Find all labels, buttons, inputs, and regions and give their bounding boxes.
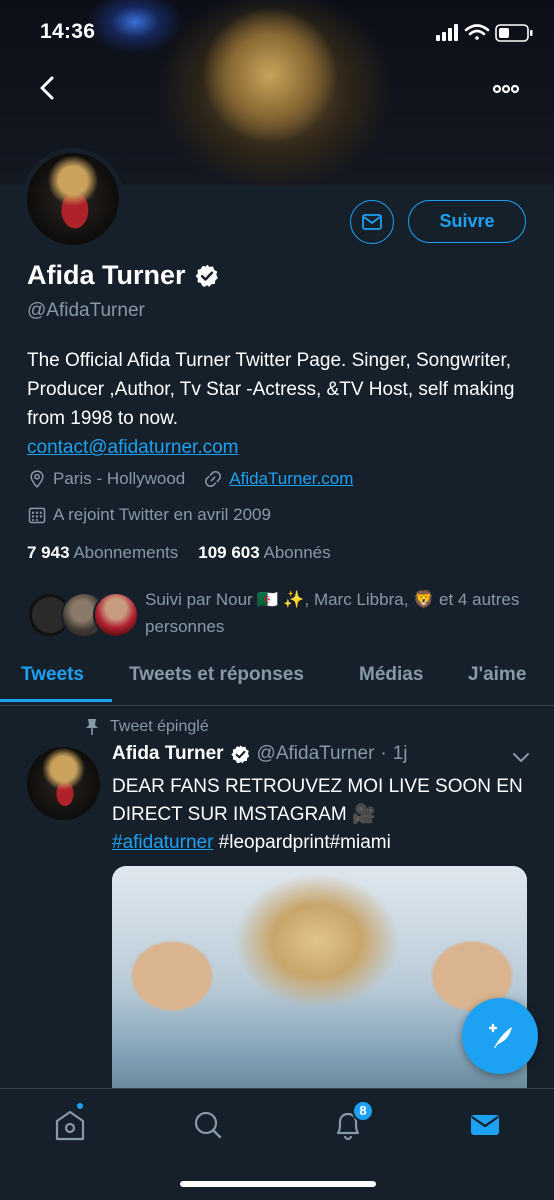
home-unread-dot bbox=[75, 1101, 85, 1111]
tweet-media-image[interactable] bbox=[112, 866, 527, 1106]
followers-count: 109 603 bbox=[198, 543, 260, 562]
compose-tweet-button[interactable] bbox=[462, 998, 538, 1074]
home-indicator bbox=[180, 1181, 376, 1187]
tweet-text: DEAR FANS RETROUVEZ MOI LIVE SOON EN DIR… bbox=[112, 773, 532, 857]
tab-tweets-replies[interactable]: Tweets et réponses bbox=[129, 664, 304, 686]
wifi-icon bbox=[464, 24, 490, 40]
profile-name-row: Afida Turner bbox=[27, 260, 220, 291]
more-dots-icon bbox=[492, 84, 520, 94]
tweet-author-handle: @AfidaTurner bbox=[256, 743, 375, 764]
compose-feather-icon bbox=[488, 1023, 512, 1048]
following-stat[interactable]: 7 943 Abonnements bbox=[27, 543, 178, 563]
battery-icon bbox=[495, 24, 533, 42]
signal-icon bbox=[436, 24, 458, 41]
status-icons bbox=[436, 24, 533, 42]
followed-by-text[interactable]: Suivi par Nour 🇩🇿 ✨, Marc Libbra, 🦁 et 4… bbox=[145, 586, 535, 640]
pinned-label-row: Tweet épinglé bbox=[84, 718, 209, 736]
profile-stats: 7 943 Abonnements 109 603 Abonnés bbox=[27, 543, 331, 563]
link-icon bbox=[205, 471, 222, 487]
active-tab-indicator bbox=[0, 699, 112, 702]
verified-badge-icon bbox=[230, 744, 249, 763]
followers-stat[interactable]: 109 603 Abonnés bbox=[198, 543, 330, 563]
more-options-button[interactable] bbox=[486, 74, 526, 104]
tweet-author-name: Afida Turner bbox=[112, 743, 224, 764]
following-count: 7 943 bbox=[27, 543, 70, 562]
tweet-time: 1j bbox=[392, 743, 408, 764]
profile-meta-row: Paris - Hollywood AfidaTurner.com bbox=[27, 469, 353, 489]
profile-avatar[interactable] bbox=[22, 148, 124, 250]
tweet-body: DEAR FANS RETROUVEZ MOI LIVE SOON EN DIR… bbox=[112, 776, 523, 825]
pin-icon bbox=[86, 719, 98, 735]
notification-badge: 8 bbox=[352, 1100, 374, 1122]
mail-icon[interactable] bbox=[465, 1107, 505, 1143]
chevron-left-icon bbox=[40, 76, 54, 100]
follower-avatar bbox=[93, 592, 139, 638]
message-button[interactable] bbox=[350, 200, 394, 244]
status-time: 14:36 bbox=[40, 20, 96, 43]
tab-tweets[interactable]: Tweets bbox=[21, 664, 84, 686]
profile-location: Paris - Hollywood bbox=[53, 469, 186, 488]
pinned-label: Tweet épinglé bbox=[110, 718, 209, 735]
profile-bio: The Official Afida Turner Twitter Page. … bbox=[27, 346, 542, 462]
followers-label: Abonnés bbox=[263, 543, 331, 562]
tweet-header: Afida Turner @AfidaTurner · 1j bbox=[112, 743, 408, 765]
tweet-menu-chevron-icon[interactable] bbox=[510, 748, 532, 766]
envelope-icon bbox=[362, 214, 382, 230]
bio-text: The Official Afida Turner Twitter Page. … bbox=[27, 350, 515, 429]
search-icon[interactable] bbox=[188, 1107, 228, 1143]
tweet-author-avatar[interactable] bbox=[27, 747, 100, 820]
following-label: Abonnements bbox=[73, 543, 179, 562]
followed-by-avatars[interactable] bbox=[27, 592, 139, 638]
tweet-hashtags: #leopardprint#miami bbox=[213, 832, 391, 853]
home-icon[interactable] bbox=[50, 1107, 90, 1143]
profile-joined-row: A rejoint Twitter en avril 2009 bbox=[27, 505, 271, 525]
hashtag-link[interactable]: #afidaturner bbox=[112, 832, 213, 853]
follow-button[interactable]: Suivre bbox=[408, 200, 526, 243]
profile-name: Afida Turner bbox=[27, 260, 186, 290]
location-pin-icon bbox=[30, 470, 44, 489]
profile-website-link[interactable]: AfidaTurner.com bbox=[229, 469, 353, 489]
tab-media[interactable]: Médias bbox=[359, 664, 423, 686]
tweet-separator: · bbox=[380, 743, 387, 764]
calendar-icon bbox=[28, 507, 46, 524]
profile-joined: A rejoint Twitter en avril 2009 bbox=[53, 505, 271, 524]
tab-likes[interactable]: J'aime bbox=[468, 664, 526, 686]
back-button[interactable] bbox=[30, 70, 64, 106]
verified-badge-icon bbox=[195, 264, 218, 287]
bio-email-link[interactable]: contact@afidaturner.com bbox=[27, 433, 542, 462]
profile-handle: @AfidaTurner bbox=[27, 300, 145, 321]
